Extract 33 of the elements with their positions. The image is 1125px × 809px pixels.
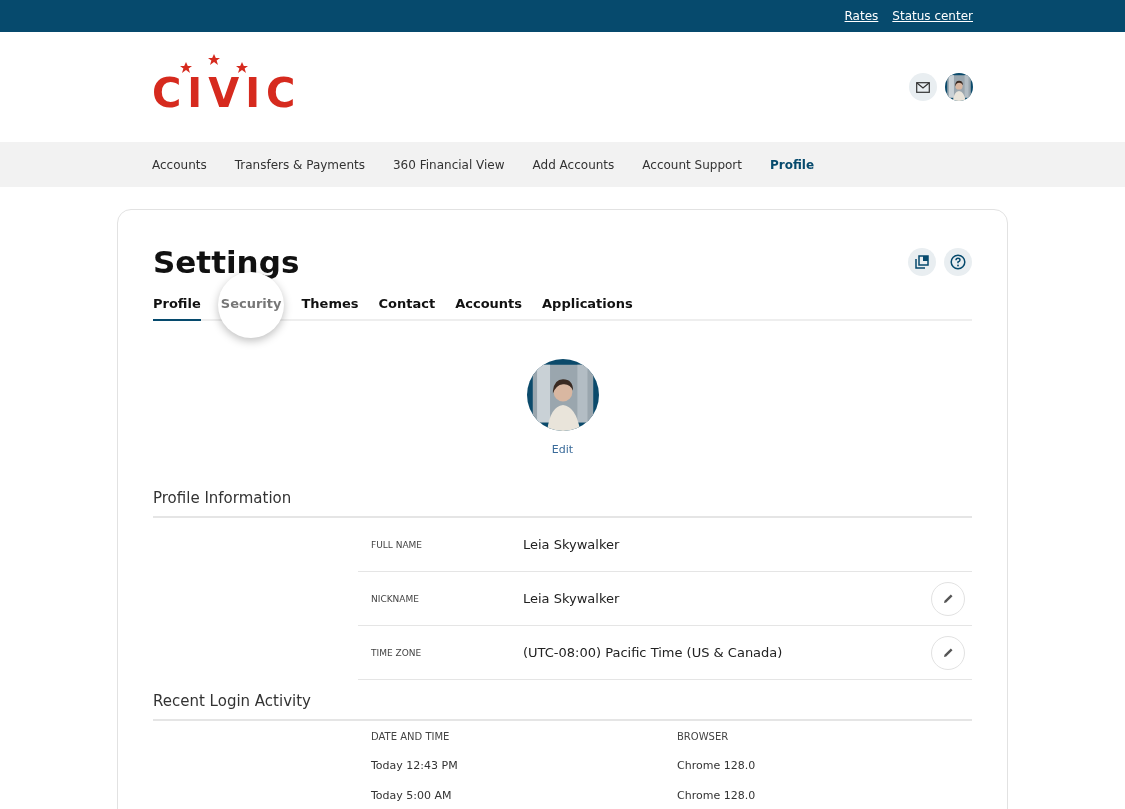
- field-value: (UTC-08:00) Pacific Time (US & Canada): [523, 645, 784, 660]
- settings-tab[interactable]: Accounts: [455, 296, 523, 321]
- section-heading: Profile Information: [153, 489, 972, 518]
- table-cell-text: Chrome 128.0: [677, 789, 757, 802]
- table-cell-text: Today 12:43 PM: [371, 759, 459, 772]
- nav-link[interactable]: Accounts: [152, 157, 207, 172]
- table-cell-text: Chrome 128.0: [677, 759, 757, 772]
- table-cell-text: Today 5:00 AM: [371, 789, 453, 802]
- copy-icon[interactable]: [908, 248, 936, 276]
- top-link[interactable]: Status center: [892, 9, 973, 23]
- page-title: Settings: [153, 244, 300, 280]
- top-link[interactable]: Rates: [844, 9, 879, 23]
- field-value: Leia Skywalker: [523, 537, 621, 552]
- column-header: BROWSER: [677, 731, 730, 742]
- field-label: FULL NAME: [370, 539, 423, 550]
- nav-link[interactable]: Transfers & Payments: [234, 157, 365, 172]
- column-header: DATE AND TIME: [371, 731, 451, 742]
- help-icon[interactable]: [944, 248, 972, 276]
- field-label: TIME ZONE: [370, 647, 423, 658]
- section-heading: Recent Login Activity: [153, 692, 972, 721]
- settings-tab[interactable]: Profile: [153, 296, 201, 321]
- field-label: NICKNAME: [370, 593, 420, 604]
- settings-tab[interactable]: Contact: [378, 296, 436, 321]
- nav-link[interactable]: Account Support: [642, 157, 742, 172]
- edit-link[interactable]: Edit: [551, 443, 574, 456]
- field-value: Leia Skywalker: [523, 591, 621, 606]
- nav-link[interactable]: Profile: [770, 157, 815, 172]
- settings-tab[interactable]: Applications: [542, 296, 633, 321]
- settings-tab[interactable]: Themes: [301, 296, 359, 321]
- nav-link[interactable]: Add Accounts: [532, 157, 615, 172]
- mail-icon[interactable]: [909, 73, 937, 101]
- nav-link[interactable]: 360 Financial View: [393, 157, 505, 172]
- settings-tab[interactable]: Security: [220, 296, 282, 321]
